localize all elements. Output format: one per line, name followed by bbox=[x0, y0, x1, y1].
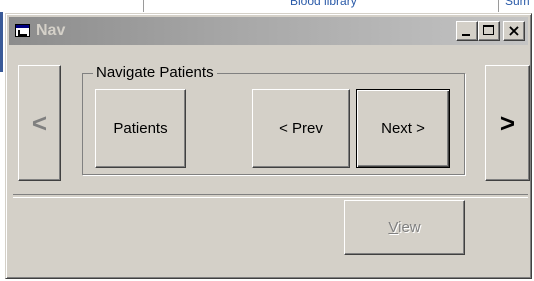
next-button-label: Next > bbox=[381, 120, 425, 137]
background-divider bbox=[143, 0, 144, 12]
maximize-button[interactable] bbox=[478, 21, 500, 41]
window-icon[interactable] bbox=[15, 24, 30, 37]
prev-button-label: < Prev bbox=[279, 120, 323, 137]
window-title: Nav bbox=[36, 22, 66, 39]
previous-arrow-button[interactable]: < bbox=[18, 65, 61, 181]
minimize-button[interactable] bbox=[456, 21, 478, 41]
patients-button-label: Patients bbox=[113, 120, 168, 137]
close-button[interactable]: × bbox=[503, 21, 525, 41]
prev-button[interactable]: < Prev bbox=[252, 89, 350, 168]
title-bar[interactable]: Nav × bbox=[9, 17, 528, 45]
background-window-edge bbox=[0, 12, 3, 72]
next-arrow-button[interactable]: > bbox=[485, 65, 530, 181]
background-text-right: Sum bbox=[505, 0, 530, 8]
view-button[interactable]: View bbox=[344, 200, 465, 255]
section-divider bbox=[13, 194, 528, 198]
group-label: Navigate Patients bbox=[93, 64, 217, 81]
background-text-left: Blood library bbox=[290, 0, 357, 8]
background-window-strip: Blood library Sum bbox=[0, 0, 534, 12]
nav-window: Nav × < Navigate Patients Patients < Pre… bbox=[5, 13, 532, 279]
background-divider bbox=[498, 0, 499, 12]
view-button-label: View bbox=[388, 219, 421, 236]
right-arrow-icon: > bbox=[499, 107, 516, 138]
close-icon: × bbox=[507, 21, 521, 40]
patients-button[interactable]: Patients bbox=[95, 89, 186, 168]
next-button[interactable]: Next > bbox=[356, 89, 450, 168]
left-arrow-icon: < bbox=[31, 107, 48, 138]
